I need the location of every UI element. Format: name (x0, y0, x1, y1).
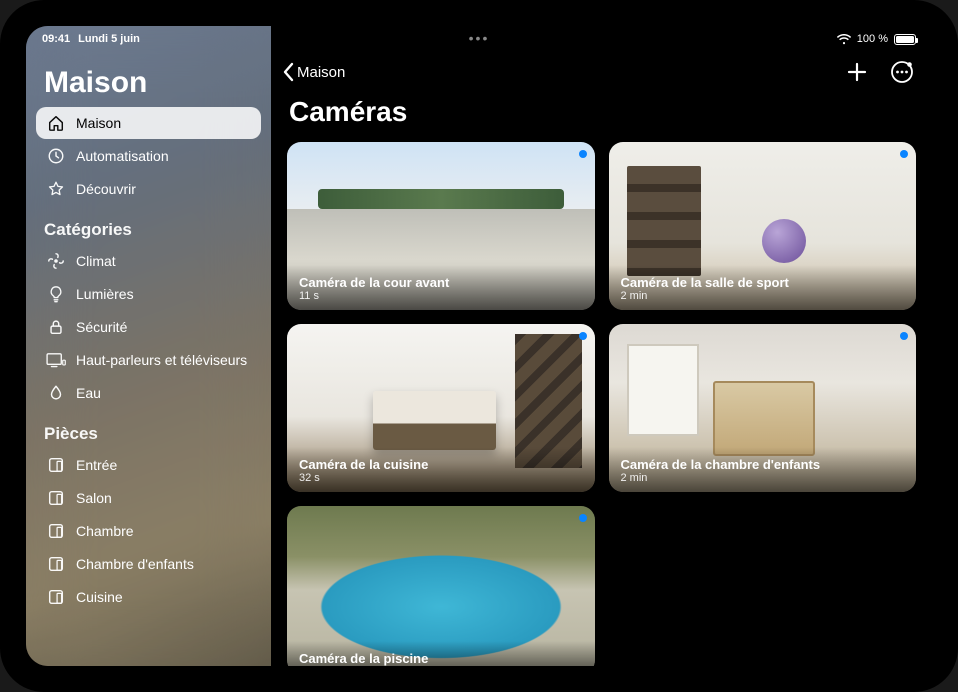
sidebar-item-label: Chambre (76, 523, 251, 539)
ipad-frame: 09:41 Lundi 5 juin ••• 100 % Maison Mais… (0, 0, 958, 692)
room-icon (46, 455, 66, 475)
tv-icon (46, 350, 66, 370)
sidebar-item-entr-e[interactable]: Entrée (36, 449, 261, 481)
page-title: Caméras (271, 88, 932, 138)
status-date: Lundi 5 juin (78, 33, 140, 45)
main-panel: Maison Caméras Caméra de la cour avant11… (271, 26, 932, 666)
camera-grid: Caméra de la cour avant11 sCaméra de la … (271, 138, 932, 666)
sidebar-categories-list: Climat Lumières Sécurité Haut-parleurs et t… (34, 245, 263, 409)
chevron-left-icon (281, 62, 295, 82)
battery-icon (894, 34, 916, 45)
camera-tile-cam-ra-de-la-cour-avant[interactable]: Caméra de la cour avant11 s (287, 142, 595, 310)
camera-name: Caméra de la cour avant (299, 275, 583, 290)
sidebar-item-label: Eau (76, 385, 251, 401)
sidebar-item-eau[interactable]: Eau (36, 377, 261, 409)
camera-timestamp: 11 s (299, 290, 583, 302)
sidebar-item-label: Automatisation (76, 148, 251, 164)
sidebar-main-list: Maison Automatisation Découvrir (34, 107, 263, 205)
sidebar-item-label: Cuisine (76, 589, 251, 605)
star-icon (46, 179, 66, 199)
camera-name: Caméra de la salle de sport (621, 275, 905, 290)
sidebar-item-label: Chambre d'enfants (76, 556, 251, 572)
sidebar-item-automatisation[interactable]: Automatisation (36, 140, 261, 172)
sidebar-item-label: Découvrir (76, 181, 251, 197)
camera-overlay: Caméra de la cuisine32 s (287, 447, 595, 492)
status-time: 09:41 (42, 33, 70, 45)
multitask-indicator[interactable]: ••• (469, 30, 490, 46)
screen: 09:41 Lundi 5 juin ••• 100 % Maison Mais… (26, 26, 932, 666)
wifi-icon (837, 34, 851, 45)
sidebar-item-lumi-res[interactable]: Lumières (36, 278, 261, 310)
sidebar-item-label: Haut-parleurs et téléviseurs (76, 352, 251, 368)
sidebar-item-maison[interactable]: Maison (36, 107, 261, 139)
camera-timestamp: 2 min (621, 290, 905, 302)
camera-tile-cam-ra-de-la-piscine[interactable]: Caméra de la piscine (287, 506, 595, 666)
sidebar-item-cuisine[interactable]: Cuisine (36, 581, 261, 613)
battery-percent: 100 % (857, 33, 888, 45)
camera-overlay: Caméra de la cour avant11 s (287, 265, 595, 310)
more-button[interactable] (890, 60, 914, 84)
back-label: Maison (297, 64, 345, 81)
sidebar-item-label: Salon (76, 490, 251, 506)
house-icon (46, 113, 66, 133)
sidebar-item-haut-parleurs-et-t-l-viseurs[interactable]: Haut-parleurs et téléviseurs (36, 344, 261, 376)
camera-overlay: Caméra de la chambre d'enfants2 min (609, 447, 917, 492)
add-button[interactable] (846, 61, 868, 83)
live-indicator-dot (579, 514, 587, 522)
camera-timestamp: 2 min (621, 472, 905, 484)
sidebar-item-s-curit[interactable]: Sécurité (36, 311, 261, 343)
bulb-icon (46, 284, 66, 304)
status-bar: 09:41 Lundi 5 juin ••• 100 % (26, 26, 932, 48)
sidebar-item-chambre[interactable]: Chambre (36, 515, 261, 547)
sidebar-item-climat[interactable]: Climat (36, 245, 261, 277)
sidebar-item-label: Climat (76, 253, 251, 269)
live-indicator-dot (579, 150, 587, 158)
sidebar-item-label: Sécurité (76, 319, 251, 335)
camera-name: Caméra de la piscine (299, 651, 583, 666)
room-icon (46, 587, 66, 607)
sidebar-section-rooms: Pièces (34, 410, 263, 448)
droplet-icon (46, 383, 66, 403)
live-indicator-dot (579, 332, 587, 340)
room-icon (46, 521, 66, 541)
nav-bar: Maison (271, 56, 932, 88)
camera-overlay: Caméra de la salle de sport2 min (609, 265, 917, 310)
clock-icon (46, 146, 66, 166)
camera-overlay: Caméra de la piscine (287, 641, 595, 666)
camera-name: Caméra de la cuisine (299, 457, 583, 472)
camera-tile-cam-ra-de-la-chambre-d-enfants[interactable]: Caméra de la chambre d'enfants2 min (609, 324, 917, 492)
camera-name: Caméra de la chambre d'enfants (621, 457, 905, 472)
fan-icon (46, 251, 66, 271)
sidebar-item-label: Lumières (76, 286, 251, 302)
sidebar-title: Maison (34, 60, 263, 106)
back-button[interactable]: Maison (281, 62, 345, 82)
sidebar-section-categories: Catégories (34, 206, 263, 244)
sidebar-item-d-couvrir[interactable]: Découvrir (36, 173, 261, 205)
sidebar-item-label: Maison (76, 115, 251, 131)
sidebar-item-salon[interactable]: Salon (36, 482, 261, 514)
camera-tile-cam-ra-de-la-cuisine[interactable]: Caméra de la cuisine32 s (287, 324, 595, 492)
camera-tile-cam-ra-de-la-salle-de-sport[interactable]: Caméra de la salle de sport2 min (609, 142, 917, 310)
sidebar-item-label: Entrée (76, 457, 251, 473)
sidebar: Maison Maison Automatisation Découvrir Cat… (26, 26, 271, 666)
live-indicator-dot (900, 150, 908, 158)
room-icon (46, 554, 66, 574)
sidebar-item-chambre-d-enfants[interactable]: Chambre d'enfants (36, 548, 261, 580)
lock-icon (46, 317, 66, 337)
live-indicator-dot (900, 332, 908, 340)
room-icon (46, 488, 66, 508)
sidebar-rooms-list: Entrée Salon Chambre Chambre d'enfants Cuisi… (34, 449, 263, 613)
camera-timestamp: 32 s (299, 472, 583, 484)
